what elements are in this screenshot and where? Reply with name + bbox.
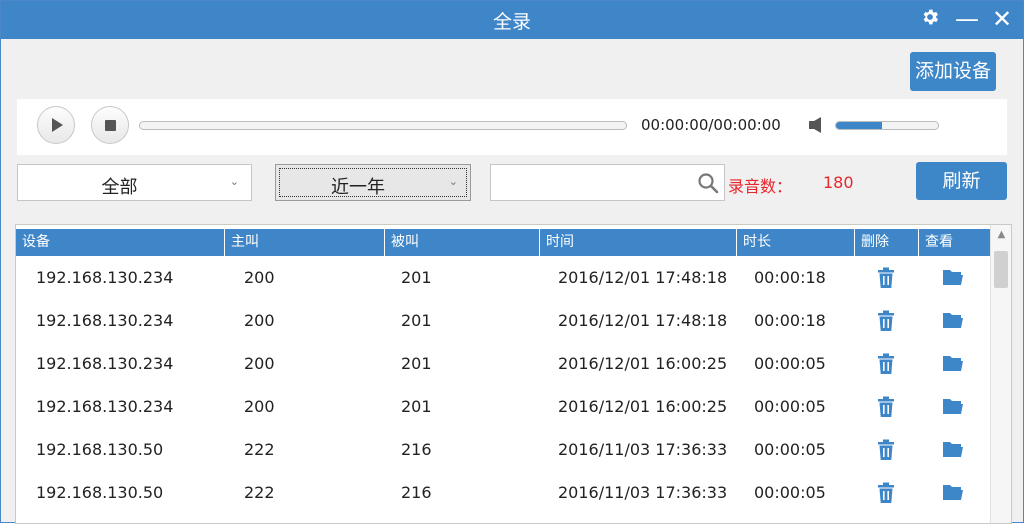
cell-duration: 00:00:05 xyxy=(754,483,826,502)
cell-time: 2016/12/01 17:48:18 xyxy=(558,311,728,330)
folder-open-icon[interactable] xyxy=(942,267,964,289)
cell-device: 192.168.130.234 xyxy=(36,354,174,373)
column-header-duration[interactable]: 时长 xyxy=(736,229,854,256)
scroll-up-icon[interactable]: ▲ xyxy=(991,229,1011,247)
table-row[interactable]: 192.168.130.234 200 201 2016/12/01 17:48:18… xyxy=(16,256,990,299)
column-header-callee[interactable]: 被叫 xyxy=(384,229,539,256)
table-header: 设备 主叫 被叫 时间 时长 删除 查看 xyxy=(16,229,990,256)
close-icon[interactable]: ✕ xyxy=(991,6,1013,32)
cell-caller: 222 xyxy=(244,440,275,459)
cell-time: 2016/11/03 17:36:33 xyxy=(558,440,728,459)
time-range-select[interactable]: 近一年 ⌄ xyxy=(275,164,471,201)
column-header-device[interactable]: 设备 xyxy=(16,229,224,256)
cell-device: 192.168.130.234 xyxy=(36,397,174,416)
title-bar: 全录 — ✕ xyxy=(1,1,1023,39)
record-count-label: 录音数： xyxy=(728,177,793,196)
cell-callee: 201 xyxy=(401,311,432,330)
cell-callee: 201 xyxy=(401,354,432,373)
folder-open-icon[interactable] xyxy=(942,396,964,418)
play-icon xyxy=(52,118,63,132)
playback-time: 00:00:00/00:00:00 xyxy=(641,116,781,134)
volume-slider[interactable] xyxy=(835,121,939,130)
cell-device: 192.168.130.234 xyxy=(36,311,174,330)
trash-icon[interactable] xyxy=(876,482,898,504)
stop-button[interactable] xyxy=(91,106,129,144)
cell-caller: 200 xyxy=(244,354,275,373)
recordings-table: 设备 主叫 被叫 时间 时长 删除 查看 192.168.130.234 200 2… xyxy=(15,224,1012,524)
speaker-icon[interactable] xyxy=(807,114,829,136)
column-header-view[interactable]: 查看 xyxy=(918,229,990,256)
search-box xyxy=(490,164,725,201)
column-header-delete[interactable]: 删除 xyxy=(854,229,918,256)
cell-caller: 200 xyxy=(244,397,275,416)
playback-progress-bar[interactable] xyxy=(139,121,627,130)
audio-player: 00:00:00/00:00:00 xyxy=(17,99,1007,155)
folder-open-icon[interactable] xyxy=(942,482,964,504)
gear-icon[interactable] xyxy=(919,6,941,32)
cell-caller: 200 xyxy=(244,311,275,330)
record-count-value: 180 xyxy=(823,173,854,192)
cell-callee: 216 xyxy=(401,440,432,459)
scrollbar-thumb[interactable] xyxy=(994,251,1008,288)
cell-duration: 00:00:18 xyxy=(754,268,826,287)
search-icon[interactable] xyxy=(696,171,720,195)
chevron-down-icon: ⌄ xyxy=(229,175,239,188)
trash-icon[interactable] xyxy=(876,396,898,418)
cell-duration: 00:00:05 xyxy=(754,440,826,459)
cell-duration: 00:00:05 xyxy=(754,354,826,373)
device-filter-value: 全部 xyxy=(101,177,138,198)
device-filter-select[interactable]: 全部 ⌄ xyxy=(17,164,252,201)
play-button[interactable] xyxy=(37,106,75,144)
window-title: 全录 xyxy=(492,11,531,33)
table-row[interactable]: 192.168.130.50 222 216 2016/11/03 17:36:33 0… xyxy=(16,471,990,514)
vertical-scrollbar[interactable]: ▲ xyxy=(990,225,1011,523)
time-range-value: 近一年 xyxy=(331,177,385,198)
table-row[interactable]: 192.168.130.234 200 201 2016/12/01 17:48:18… xyxy=(16,299,990,342)
refresh-button[interactable]: 刷新 xyxy=(916,162,1007,200)
cell-time: 2016/12/01 17:48:18 xyxy=(558,268,728,287)
cell-device: 192.168.130.50 xyxy=(36,483,164,502)
cell-duration: 00:00:18 xyxy=(754,311,826,330)
table-row[interactable]: 192.168.130.234 200 201 2016/12/01 16:00:25… xyxy=(16,385,990,428)
cell-device: 192.168.130.50 xyxy=(36,440,164,459)
trash-icon[interactable] xyxy=(876,267,898,289)
cell-time: 2016/12/01 16:00:25 xyxy=(558,397,728,416)
cell-caller: 222 xyxy=(244,483,275,502)
cell-device: 192.168.130.234 xyxy=(36,268,174,287)
cell-time: 2016/12/01 16:00:25 xyxy=(558,354,728,373)
folder-open-icon[interactable] xyxy=(942,439,964,461)
chevron-down-icon: ⌄ xyxy=(448,175,458,188)
search-input[interactable] xyxy=(491,165,691,200)
stop-icon xyxy=(104,119,116,131)
minimize-icon[interactable]: — xyxy=(955,6,979,32)
cell-duration: 00:00:05 xyxy=(754,397,826,416)
cell-callee: 201 xyxy=(401,268,432,287)
folder-open-icon[interactable] xyxy=(942,353,964,375)
add-device-button[interactable]: 添加设备 xyxy=(910,52,996,91)
column-header-time[interactable]: 时间 xyxy=(539,229,736,256)
trash-icon[interactable] xyxy=(876,353,898,375)
table-row[interactable]: 192.168.130.234 200 201 2016/12/01 16:00:25… xyxy=(16,342,990,385)
cell-callee: 216 xyxy=(401,483,432,502)
cell-time: 2016/11/03 17:36:33 xyxy=(558,483,728,502)
folder-open-icon[interactable] xyxy=(942,310,964,332)
column-header-caller[interactable]: 主叫 xyxy=(224,229,384,256)
cell-caller: 200 xyxy=(244,268,275,287)
cell-callee: 201 xyxy=(401,397,432,416)
trash-icon[interactable] xyxy=(876,310,898,332)
app-window: 全录 — ✕ 添加设备 00:00:00/00:00:00 全部 ⌄ 近一年 ⌄… xyxy=(0,0,1024,524)
trash-icon[interactable] xyxy=(876,439,898,461)
volume-level xyxy=(836,122,882,129)
table-row[interactable]: 192.168.130.50 222 216 2016/11/03 17:36:33 0… xyxy=(16,428,990,471)
